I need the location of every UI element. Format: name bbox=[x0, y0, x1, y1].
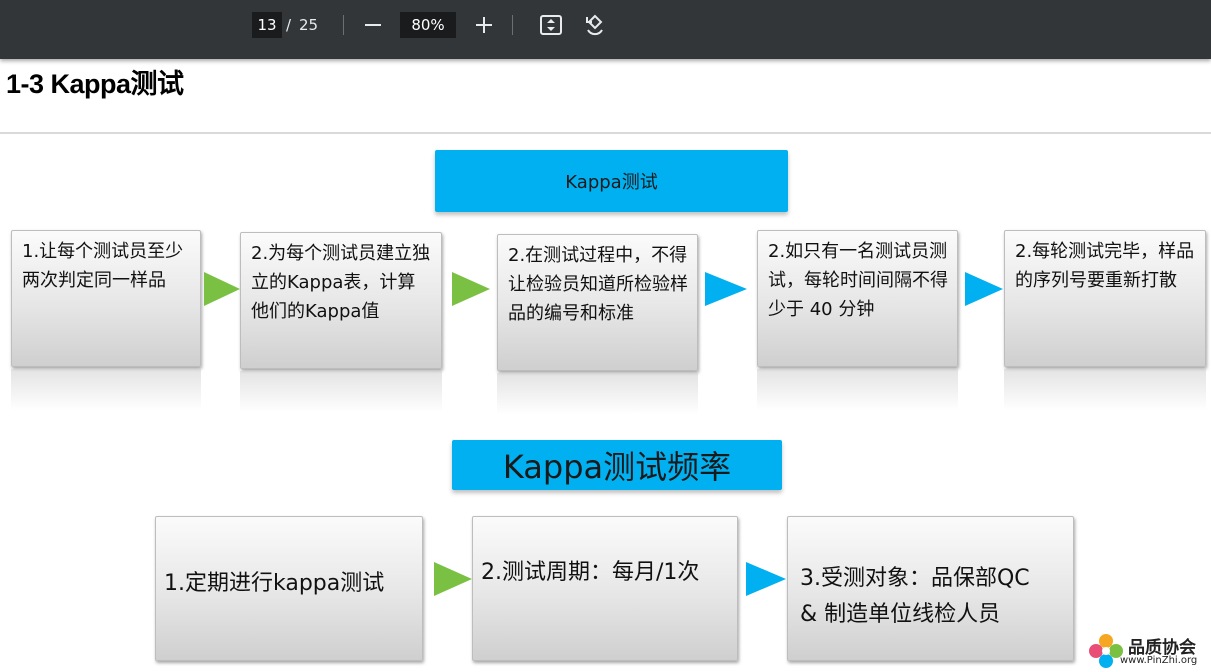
step-text: 2.每轮测试完毕，样品的序列号要重新打散 bbox=[1015, 241, 1195, 291]
minus-icon bbox=[365, 24, 381, 26]
step-text: 1.让每个测试员至少两次判定同一样品 bbox=[22, 241, 184, 291]
total-pages: 25 bbox=[299, 16, 319, 34]
step-box: 2.为每个测试员建立独立的Kappa表，计算他们的Kappa值 bbox=[240, 232, 442, 369]
zoom-in-button[interactable] bbox=[469, 10, 499, 40]
fit-page-icon bbox=[540, 15, 562, 35]
arrow-right-icon bbox=[204, 272, 240, 306]
kappa-frequency-header: Kappa测试频率 bbox=[452, 440, 782, 490]
arrow-right-icon bbox=[965, 272, 1003, 306]
step-text: 3.受测对象：品保部QC & 制造单位线检人员 bbox=[800, 566, 1030, 627]
rotate-icon bbox=[586, 14, 603, 36]
step-box: 3.受测对象：品保部QC & 制造单位线检人员 bbox=[787, 516, 1074, 661]
step-reflection bbox=[11, 369, 201, 411]
arrow-right-icon bbox=[705, 272, 747, 306]
zoom-level-input[interactable]: 80% bbox=[400, 12, 456, 38]
page-separator: / bbox=[286, 16, 292, 34]
arrow-right-icon bbox=[452, 272, 490, 306]
step-text: 2.为每个测试员建立独立的Kappa表，计算他们的Kappa值 bbox=[251, 243, 431, 322]
step-reflection bbox=[757, 369, 958, 411]
slide-title: 1-3 Kappa测试 bbox=[6, 69, 184, 99]
logo-url: www.PinZhi.org bbox=[1120, 655, 1198, 666]
step-box: 2.每轮测试完毕，样品的序列号要重新打散 bbox=[1004, 230, 1206, 367]
rotate-button[interactable] bbox=[580, 10, 610, 40]
step-box: 2.测试周期：每月/1次 bbox=[472, 516, 738, 661]
plus-icon bbox=[476, 17, 492, 33]
toolbar-divider bbox=[512, 15, 513, 35]
page-number-input[interactable]: 13 bbox=[252, 12, 282, 38]
arrow-right-icon bbox=[746, 562, 786, 596]
pdf-toolbar: 13 / 25 80% bbox=[0, 0, 1211, 59]
step-reflection bbox=[1004, 369, 1206, 411]
zoom-out-button[interactable] bbox=[358, 10, 388, 40]
step-box: 2.在测试过程中，不得让检验员知道所检验样品的编号和标准 bbox=[497, 234, 698, 371]
title-divider bbox=[0, 132, 1211, 134]
toolbar-divider bbox=[343, 15, 344, 35]
pinzhi-logo: 品质协会 www.PinZhi.org bbox=[1086, 631, 1211, 672]
step-box: 1.定期进行kappa测试 bbox=[155, 516, 423, 661]
arrow-right-icon bbox=[434, 562, 472, 596]
step-reflection bbox=[240, 371, 442, 413]
step-text: 2.在测试过程中，不得让检验员知道所检验样品的编号和标准 bbox=[508, 245, 688, 324]
step-reflection bbox=[497, 373, 698, 415]
step-text: 1.定期进行kappa测试 bbox=[164, 570, 385, 596]
step-box: 1.让每个测试员至少两次判定同一样品 bbox=[11, 230, 201, 367]
kappa-test-header: Kappa测试 bbox=[435, 150, 788, 212]
fit-to-page-button[interactable] bbox=[536, 10, 566, 40]
step-text: 2.如只有一名测试员测试，每轮时间间隔不得少于 40 分钟 bbox=[768, 241, 948, 320]
step-text: 2.测试周期：每月/1次 bbox=[481, 560, 700, 585]
step-box: 2.如只有一名测试员测试，每轮时间间隔不得少于 40 分钟 bbox=[757, 230, 958, 367]
